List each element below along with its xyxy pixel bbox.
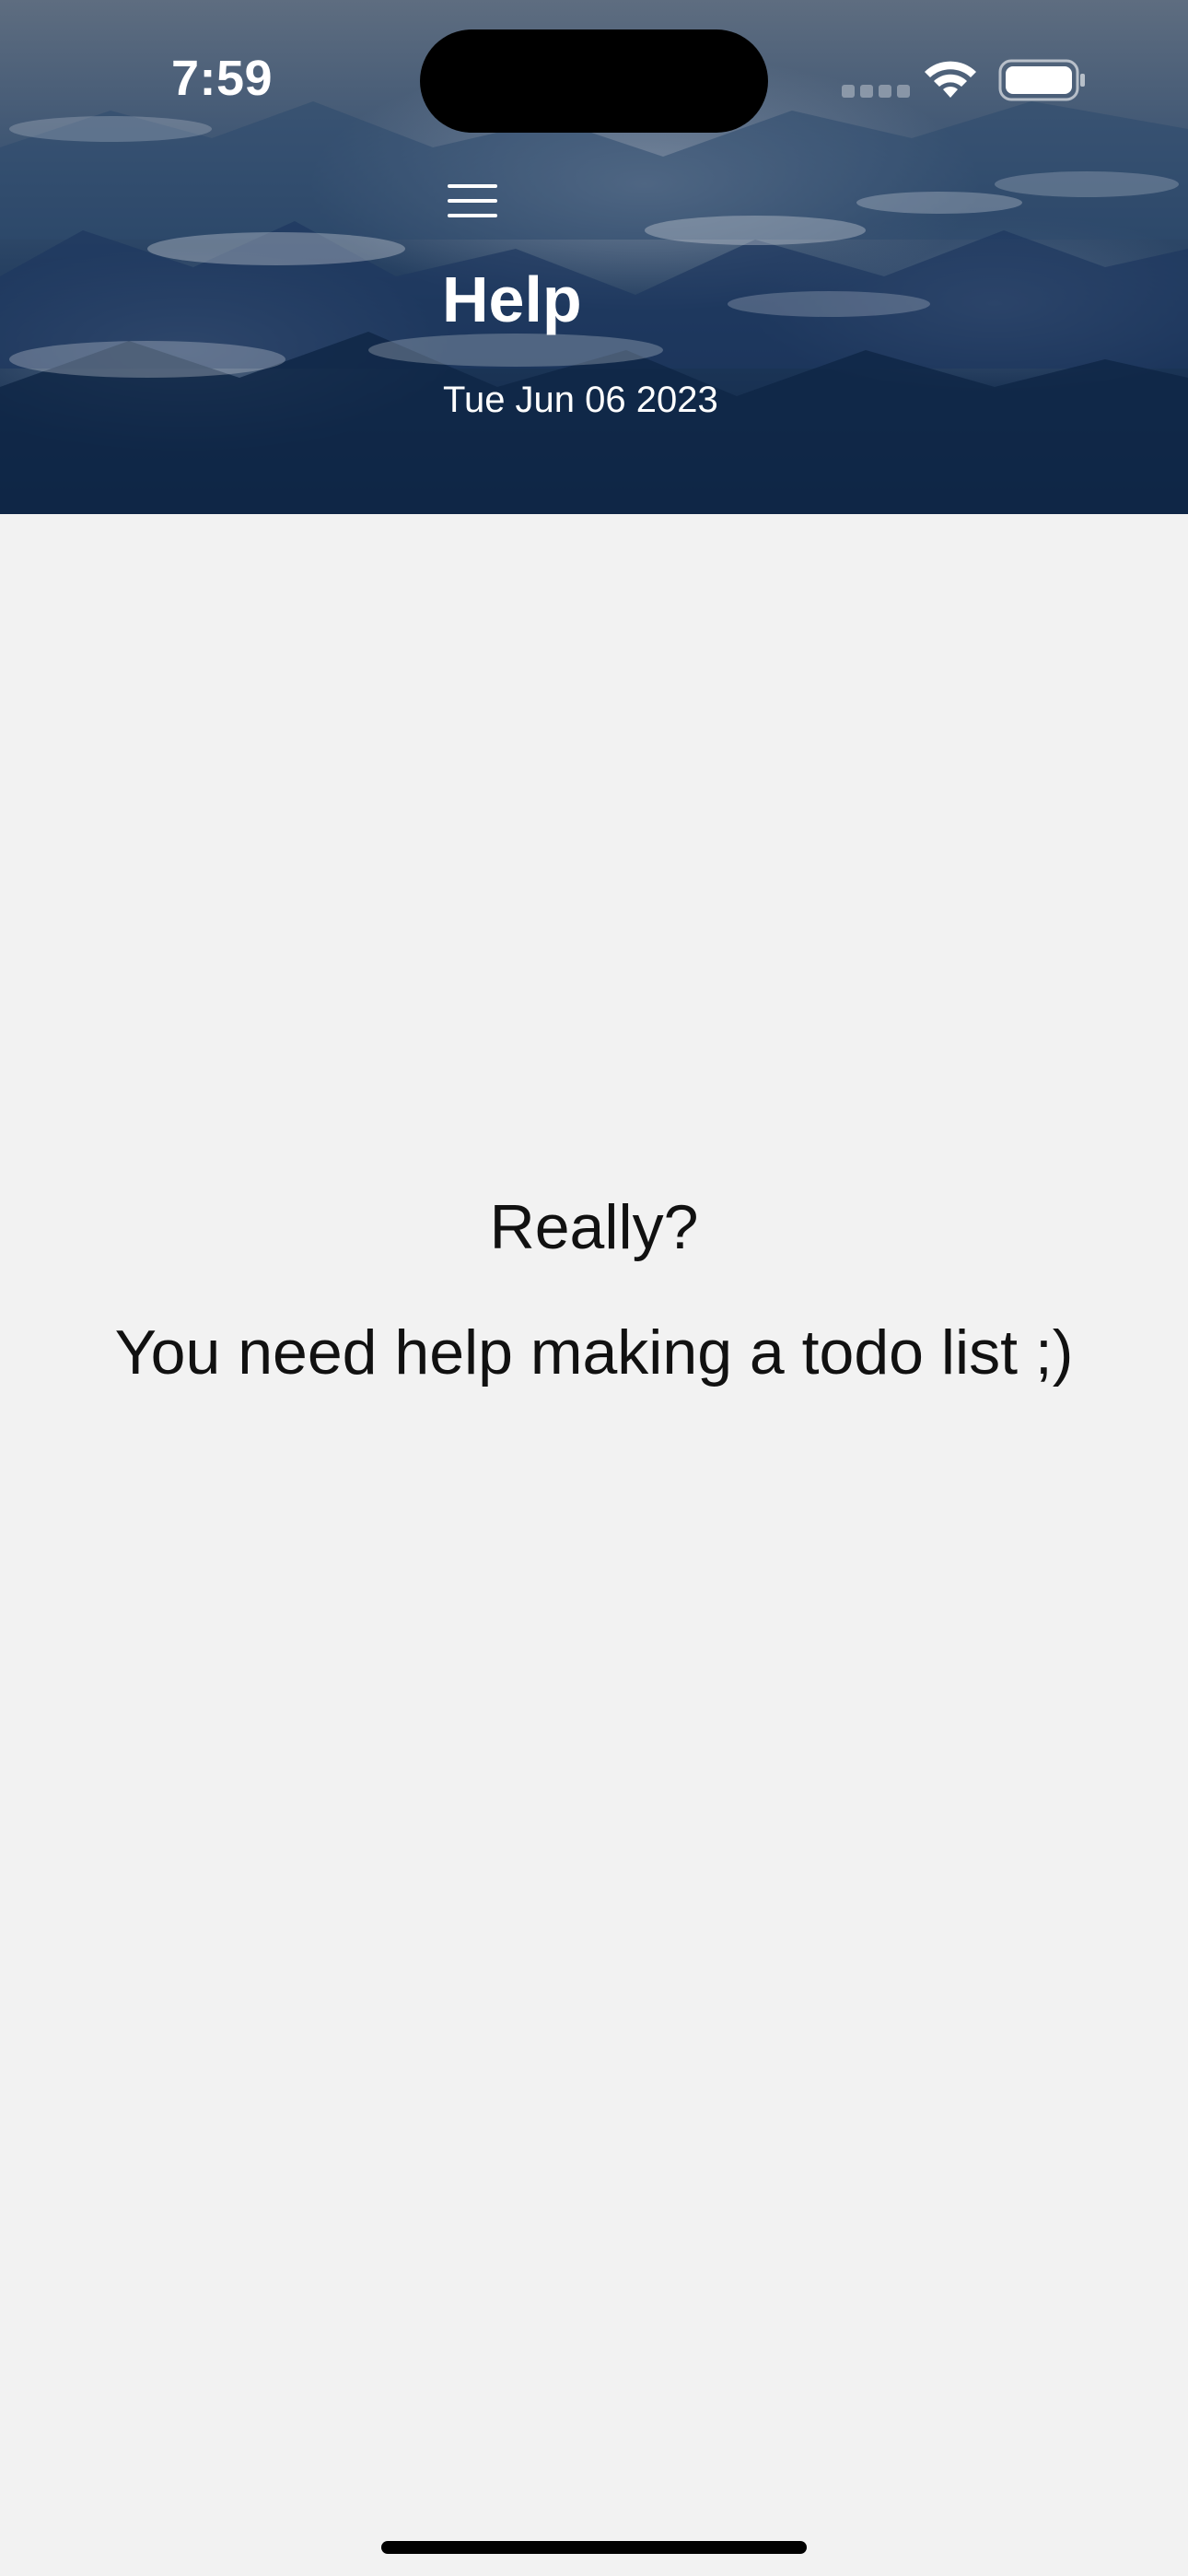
hamburger-menu-icon[interactable] — [448, 182, 497, 219]
wifi-icon — [925, 61, 976, 98]
page-title: Help — [442, 263, 582, 335]
page-date: Tue Jun 06 2023 — [443, 380, 718, 420]
dynamic-island — [420, 29, 768, 133]
header-banner: 7:59 Help Tue Jun 06 2023 — [0, 0, 1188, 514]
help-message-heading: Really? — [489, 1192, 699, 1262]
help-message-body: You need help making a todo list ;) — [114, 1317, 1074, 1388]
cellular-signal-icon — [842, 85, 910, 98]
battery-icon — [998, 59, 1085, 101]
status-bar-time: 7:59 — [171, 51, 274, 106]
home-indicator[interactable] — [381, 2541, 807, 2554]
